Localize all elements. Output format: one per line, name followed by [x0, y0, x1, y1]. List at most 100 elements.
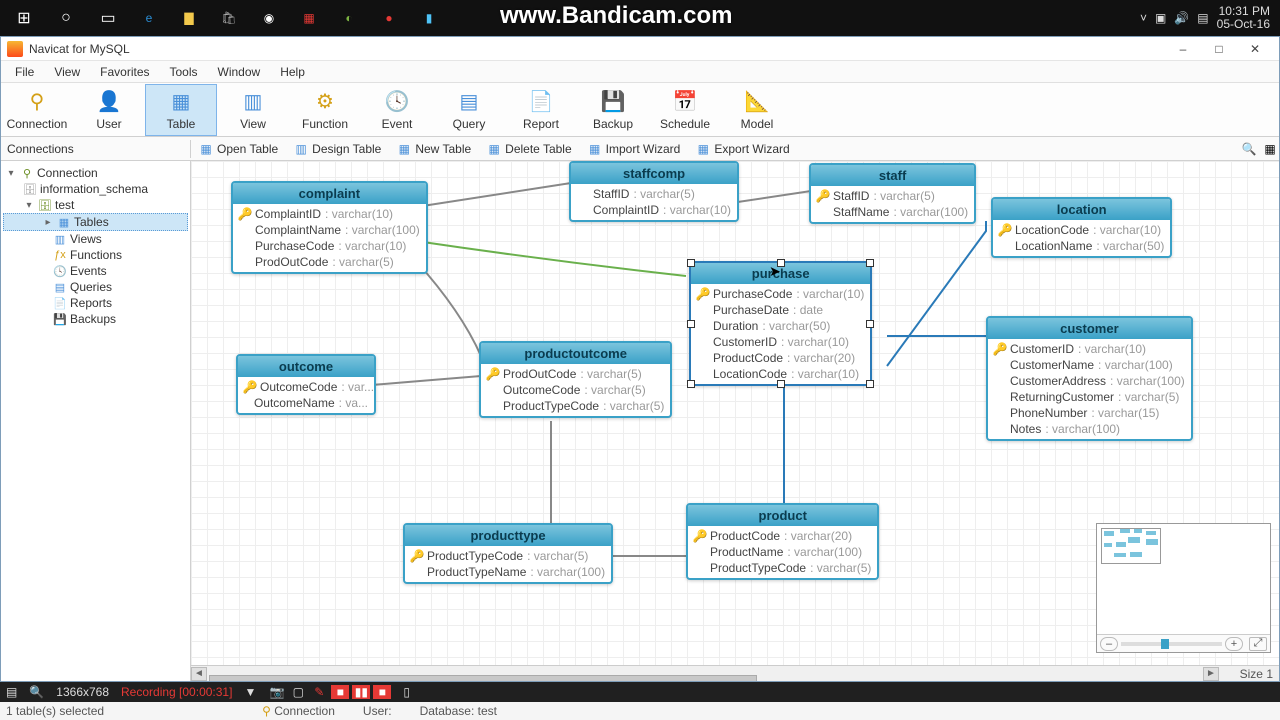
- draw-icon[interactable]: ✎: [310, 685, 328, 699]
- export-wizard-button[interactable]: ▦Export Wizard: [688, 142, 797, 156]
- zoom-out-button[interactable]: –: [1100, 637, 1118, 651]
- chrome-icon[interactable]: ◉: [250, 4, 288, 32]
- rec-button[interactable]: ■: [331, 685, 349, 699]
- explorer-icon[interactable]: ▇: [170, 4, 208, 32]
- app-icon[interactable]: ◐: [330, 4, 368, 32]
- scroll-left-button[interactable]: ◄: [191, 667, 207, 681]
- pause-button[interactable]: ▮▮: [352, 685, 370, 699]
- code-icon[interactable]: ▮: [410, 4, 448, 32]
- menu-help[interactable]: Help: [270, 63, 315, 81]
- clock[interactable]: 10:31 PM 05-Oct-16: [1217, 5, 1276, 31]
- tree-queries[interactable]: ▤Queries: [3, 279, 188, 295]
- edge-icon[interactable]: e: [130, 4, 168, 32]
- user-button[interactable]: 👤User: [73, 84, 145, 136]
- search-icon[interactable]: 🔍: [1237, 142, 1261, 156]
- webcam-icon[interactable]: ▢: [289, 685, 307, 699]
- zoom-in-button[interactable]: +: [1225, 637, 1243, 651]
- event-button[interactable]: 🕓Event: [361, 84, 433, 136]
- scroll-right-button[interactable]: ►: [1203, 667, 1219, 681]
- backup-button[interactable]: 💾Backup: [577, 84, 649, 136]
- entity-purchase[interactable]: purchase 🔑PurchaseCode : varchar(10)Purc…: [689, 261, 872, 386]
- delete-table-button[interactable]: ▦Delete Table: [479, 142, 580, 156]
- system-tray[interactable]: ˅ ▣ 🔊 ▤ 10:31 PM 05-Oct-16: [1140, 5, 1276, 31]
- zoom-fit-button[interactable]: ⤢: [1249, 637, 1267, 651]
- entity-outcome[interactable]: outcome 🔑OutcomeCode : var...OutcomeName…: [236, 354, 376, 415]
- office-icon[interactable]: ▦: [290, 4, 328, 32]
- table-button[interactable]: ▦Table: [145, 84, 217, 136]
- view-button[interactable]: ▥View: [217, 84, 289, 136]
- start-icon[interactable]: ⊞: [4, 3, 44, 33]
- action-center-icon[interactable]: ▤: [1197, 11, 1208, 25]
- tree-views[interactable]: ▥Views: [3, 231, 188, 247]
- resize-handle[interactable]: [866, 259, 874, 267]
- design-table-button[interactable]: ▥Design Table: [286, 142, 389, 156]
- network-icon[interactable]: ▣: [1155, 11, 1166, 25]
- resize-handle[interactable]: [687, 259, 695, 267]
- open-table-button[interactable]: ▦Open Table: [191, 142, 286, 156]
- entity-staffcomp[interactable]: staffcomp StaffID : varchar(5)ComplaintI…: [569, 161, 739, 222]
- entity-product[interactable]: product 🔑ProductCode : varchar(20)Produc…: [686, 503, 879, 580]
- menu-view[interactable]: View: [44, 63, 90, 81]
- expander-icon[interactable]: ▾: [5, 168, 17, 179]
- scroll-thumb[interactable]: [209, 675, 757, 682]
- horizontal-scrollbar[interactable]: ◄ ► Size 1: [191, 665, 1279, 681]
- resize-handle[interactable]: [687, 380, 695, 388]
- resize-handle[interactable]: [687, 320, 695, 328]
- minimap-viewport[interactable]: [1101, 528, 1161, 564]
- connection-tree[interactable]: ▾⚲Connection 🗄information_schema ▾🗄test …: [1, 161, 191, 681]
- entity-productoutcome[interactable]: productoutcome 🔑ProdOutCode : varchar(5)…: [479, 341, 672, 418]
- tree-db-info[interactable]: 🗄information_schema: [3, 181, 188, 197]
- menu-icon[interactable]: ▤: [6, 685, 17, 699]
- tree-tables[interactable]: ▸▦Tables: [3, 213, 188, 231]
- mic-icon[interactable]: ▯: [403, 685, 410, 699]
- maximize-button[interactable]: □: [1201, 39, 1237, 59]
- tray-chevron-icon[interactable]: ˅: [1140, 11, 1147, 25]
- entity-customer[interactable]: customer 🔑CustomerID : varchar(10)Custom…: [986, 316, 1193, 441]
- zoom-slider[interactable]: [1121, 642, 1222, 646]
- entity-location[interactable]: location 🔑LocationCode : varchar(10)Loca…: [991, 197, 1172, 258]
- windows-taskbar[interactable]: ⊞ ○ ▭ e ▇ 🛍 ◉ ▦ ◐ ● ▮ www.Bandicam.com ˅…: [0, 0, 1280, 36]
- entity-staff[interactable]: staff 🔑StaffID : varchar(5)StaffName : v…: [809, 163, 976, 224]
- titlebar[interactable]: Navicat for MySQL – □ ✕: [1, 37, 1279, 61]
- resize-handle[interactable]: [866, 320, 874, 328]
- menu-favorites[interactable]: Favorites: [90, 63, 159, 81]
- zoom-thumb[interactable]: [1161, 639, 1169, 649]
- volume-icon[interactable]: 🔊: [1174, 11, 1189, 25]
- tree-reports[interactable]: 📄Reports: [3, 295, 188, 311]
- entity-complaint[interactable]: complaint 🔑ComplaintID : varchar(10)Comp…: [231, 181, 428, 274]
- query-button[interactable]: ▤Query: [433, 84, 505, 136]
- tree-backups[interactable]: 💾Backups: [3, 311, 188, 327]
- close-button[interactable]: ✕: [1237, 39, 1273, 59]
- grid-view-icon[interactable]: ▦: [1261, 142, 1279, 156]
- resize-handle[interactable]: [866, 380, 874, 388]
- tree-events[interactable]: 🕓Events: [3, 263, 188, 279]
- cortana-icon[interactable]: ○: [46, 3, 86, 33]
- model-button[interactable]: 📐Model: [721, 84, 793, 136]
- resize-handle[interactable]: [777, 259, 785, 267]
- import-wizard-button[interactable]: ▦Import Wizard: [580, 142, 689, 156]
- connection-button[interactable]: ⚲Connection: [1, 84, 73, 136]
- store-icon[interactable]: 🛍: [210, 4, 248, 32]
- tree-db-test[interactable]: ▾🗄test: [3, 197, 188, 213]
- resize-handle[interactable]: [777, 380, 785, 388]
- record-icon[interactable]: ●: [370, 4, 408, 32]
- tree-connection[interactable]: ▾⚲Connection: [3, 165, 188, 181]
- zoom-icon[interactable]: 🔍: [29, 685, 44, 699]
- minimize-button[interactable]: –: [1165, 39, 1201, 59]
- tree-functions[interactable]: ƒxFunctions: [3, 247, 188, 263]
- menu-file[interactable]: File: [5, 63, 44, 81]
- model-canvas[interactable]: complaint 🔑ComplaintID : varchar(10)Comp…: [191, 161, 1279, 681]
- expander-icon[interactable]: ▾: [23, 200, 35, 211]
- schedule-button[interactable]: 📅Schedule: [649, 84, 721, 136]
- menu-window[interactable]: Window: [208, 63, 271, 81]
- function-button[interactable]: ⚙Function: [289, 84, 361, 136]
- expander-icon[interactable]: ▸: [42, 217, 54, 228]
- stop-button[interactable]: ■: [373, 685, 391, 699]
- taskview-icon[interactable]: ▭: [88, 3, 128, 33]
- camera-icon[interactable]: 📷: [268, 685, 286, 699]
- report-button[interactable]: 📄Report: [505, 84, 577, 136]
- entity-producttype[interactable]: producttype 🔑ProductTypeCode : varchar(5…: [403, 523, 613, 584]
- minimap[interactable]: – + ⤢: [1096, 523, 1271, 653]
- dropdown-icon[interactable]: ▼: [244, 685, 256, 699]
- new-table-button[interactable]: ▦New Table: [389, 142, 479, 156]
